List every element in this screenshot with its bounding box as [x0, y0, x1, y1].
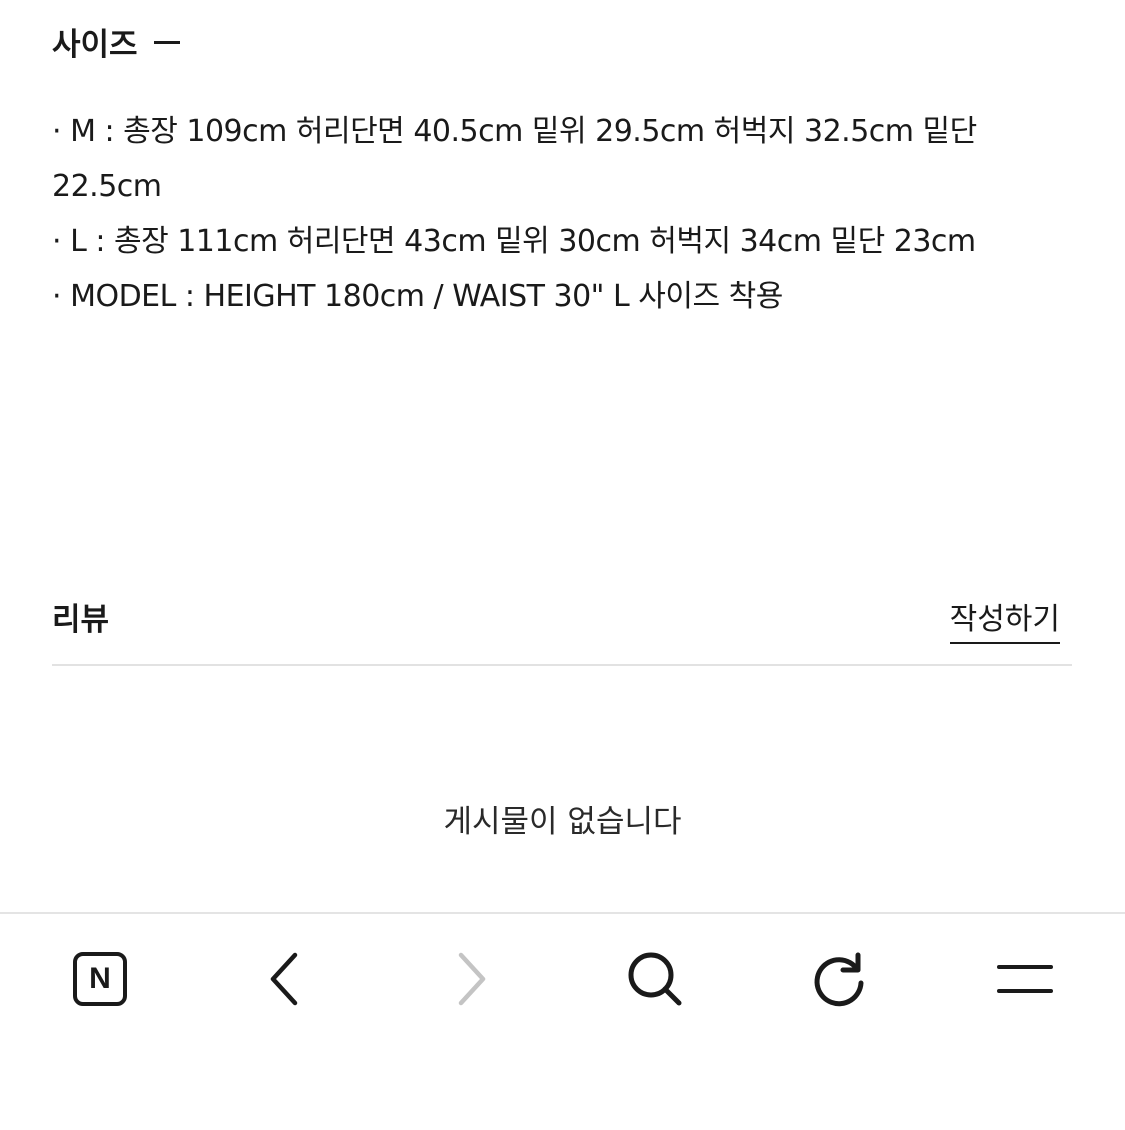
back-button[interactable] [250, 944, 320, 1014]
size-section: 사이즈 · M : 총장 109cm 허리단면 40.5cm 밑위 29.5cm… [52, 0, 1082, 324]
naver-home-icon: N [73, 952, 127, 1006]
forward-button[interactable] [436, 944, 506, 1014]
empty-review-message: 게시물이 없습니다 [443, 804, 682, 840]
size-spec-m: · M : 총장 109cm 허리단면 40.5cm 밑위 29.5cm 허벅지… [52, 114, 977, 204]
menu-button[interactable] [990, 944, 1060, 1014]
refresh-icon [814, 952, 864, 1007]
write-review-link[interactable]: 작성하기 [949, 594, 1060, 644]
search-button[interactable] [620, 944, 690, 1014]
menu-icon [997, 965, 1053, 993]
forward-chevron-icon [458, 952, 486, 1006]
size-section-title: 사이즈 [52, 26, 138, 63]
browser-bottom-toolbar: N [0, 912, 1125, 1130]
refresh-button[interactable] [804, 944, 874, 1014]
review-header: 리뷰 작성하기 [52, 586, 1072, 666]
back-chevron-icon [270, 952, 298, 1006]
size-spec-l: · L : 총장 111cm 허리단면 43cm 밑위 30cm 허벅지 34c… [52, 224, 976, 259]
search-icon [628, 952, 682, 1006]
review-title: 리뷰 [52, 602, 110, 638]
naver-home-button[interactable]: N [65, 944, 135, 1014]
size-spec-model: · MODEL : HEIGHT 180cm / WAIST 30" L 사이즈… [52, 279, 783, 314]
size-section-header[interactable]: 사이즈 [52, 0, 1082, 82]
size-spec-list: · M : 총장 109cm 허리단면 40.5cm 밑위 29.5cm 허벅지… [52, 104, 1082, 324]
collapse-minus-icon[interactable] [153, 40, 180, 44]
